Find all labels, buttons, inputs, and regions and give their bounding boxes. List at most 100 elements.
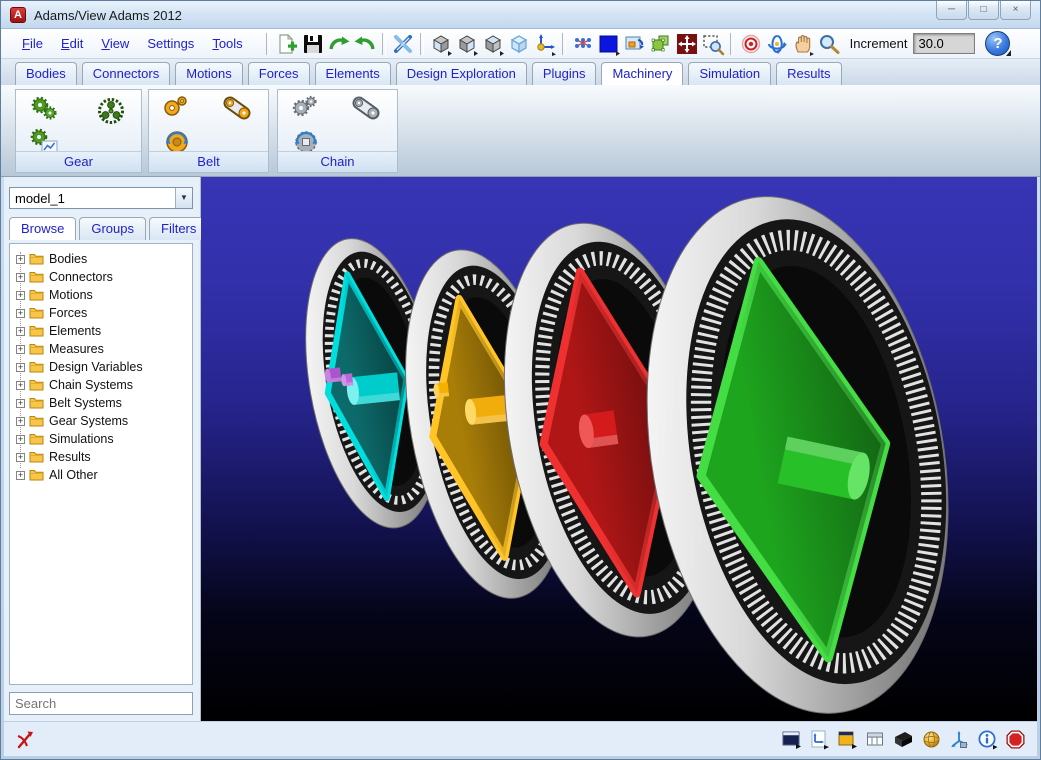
help-button[interactable]: ? [985, 31, 1010, 56]
tree-item-motions[interactable]: Motions [49, 288, 93, 302]
gear-yellow-hub[interactable] [464, 395, 508, 425]
info-icon[interactable] [976, 728, 999, 751]
view-iso-icon[interactable] [506, 31, 532, 57]
menu-settings[interactable]: Settings [138, 32, 203, 55]
tree-row-belt-systems: + Belt Systems [16, 394, 192, 412]
table-editor-icon[interactable] [864, 728, 887, 751]
maximize-button[interactable]: □ [968, 1, 999, 20]
tools-icon[interactable] [390, 31, 416, 57]
tab-plugins[interactable]: Plugins [532, 62, 597, 85]
translate-view-icon[interactable] [674, 31, 700, 57]
tab-elements[interactable]: Elements [315, 62, 391, 85]
tab-simulation[interactable]: Simulation [688, 62, 771, 85]
center-view-icon[interactable] [738, 31, 764, 57]
expander-simulations[interactable]: + [16, 435, 25, 444]
view-triad-icon[interactable] [948, 728, 971, 751]
create-gear-pair-icon[interactable] [28, 95, 60, 127]
expander-bodies[interactable]: + [16, 255, 25, 264]
chain-group-label[interactable]: Chain [278, 151, 397, 172]
tab-connectors[interactable]: Connectors [82, 62, 170, 85]
pin-purple-a[interactable] [324, 367, 341, 383]
tree-item-elements[interactable]: Elements [49, 324, 101, 338]
color-swatch-icon[interactable] [596, 31, 622, 57]
vertex-grid-icon[interactable] [570, 31, 596, 57]
undo-icon[interactable] [352, 31, 378, 57]
depth-perception-icon[interactable] [892, 728, 915, 751]
increment-input[interactable] [913, 33, 975, 54]
tree-item-measures[interactable]: Measures [49, 342, 104, 356]
select-objects-icon[interactable] [648, 31, 674, 57]
tab-bodies[interactable]: Bodies [15, 62, 77, 85]
create-sprocket-icon[interactable] [290, 95, 322, 127]
tree-item-all-other[interactable]: All Other [49, 468, 98, 482]
tree-item-gear-systems[interactable]: Gear Systems [49, 414, 128, 428]
tab-forces[interactable]: Forces [248, 62, 310, 85]
minimize-button[interactable]: ─ [936, 1, 967, 20]
gear-cyan-hub[interactable] [346, 372, 400, 405]
create-pulley-icon[interactable] [161, 95, 193, 127]
expander-connectors[interactable]: + [16, 273, 25, 282]
tree-item-connectors[interactable]: Connectors [49, 270, 113, 284]
gear-red-hub[interactable] [577, 410, 618, 449]
tree-item-bodies[interactable]: Bodies [49, 252, 87, 266]
expander-design-variables[interactable]: + [16, 363, 25, 372]
expander-gear-systems[interactable]: + [16, 417, 25, 426]
create-planetary-gear-icon[interactable] [95, 95, 127, 127]
3d-viewport[interactable] [201, 177, 1037, 721]
view-side-icon[interactable] [454, 31, 480, 57]
rotate-view-icon[interactable] [764, 31, 790, 57]
gear-group-label[interactable]: Gear [16, 151, 141, 172]
render-mode-icon[interactable] [780, 728, 803, 751]
expander-results[interactable]: + [16, 453, 25, 462]
pin-yellow[interactable] [433, 382, 449, 397]
save-icon[interactable] [300, 31, 326, 57]
close-button[interactable]: × [1000, 1, 1031, 20]
expander-forces[interactable]: + [16, 309, 25, 318]
tree-item-forces[interactable]: Forces [49, 306, 87, 320]
pan-icon[interactable] [790, 31, 816, 57]
browser-tab-filters[interactable]: Filters [149, 217, 208, 240]
chevron-down-icon[interactable]: ▼ [175, 188, 192, 208]
expander-measures[interactable]: + [16, 345, 25, 354]
tree-item-belt-systems[interactable]: Belt Systems [49, 396, 122, 410]
create-chain-icon[interactable] [351, 95, 383, 127]
tree-item-design-variables[interactable]: Design Variables [49, 360, 143, 374]
tree-item-results[interactable]: Results [49, 450, 91, 464]
create-belt-icon[interactable] [222, 95, 254, 127]
zoom-icon[interactable] [816, 31, 842, 57]
tab-motions[interactable]: Motions [175, 62, 243, 85]
browser-tab-browse[interactable]: Browse [9, 217, 76, 240]
origin-axis-icon[interactable] [532, 31, 558, 57]
menu-view[interactable]: View [92, 32, 138, 55]
pin-purple-b[interactable] [341, 373, 354, 386]
expander-belt-systems[interactable]: + [16, 399, 25, 408]
lights-icon[interactable] [920, 728, 943, 751]
render-window-icon[interactable] [622, 31, 648, 57]
model-selector[interactable]: model_1 ▼ [9, 187, 193, 209]
tab-design-exploration[interactable]: Design Exploration [396, 62, 527, 85]
expander-all-other[interactable]: + [16, 471, 25, 480]
new-model-icon[interactable] [274, 31, 300, 57]
expander-motions[interactable]: + [16, 291, 25, 300]
tree-item-chain-systems[interactable]: Chain Systems [49, 378, 133, 392]
menu-file[interactable]: File [13, 32, 52, 55]
expander-elements[interactable]: + [16, 327, 25, 336]
working-grid-icon[interactable] [836, 728, 859, 751]
browser-tab-groups[interactable]: Groups [79, 217, 146, 240]
menu-edit[interactable]: Edit [52, 32, 92, 55]
plot-tracking-icon[interactable] [808, 728, 831, 751]
zoom-area-icon[interactable] [700, 31, 726, 57]
view-front-icon[interactable] [428, 31, 454, 57]
belt-group-label[interactable]: Belt [149, 151, 268, 172]
redo-icon[interactable] [326, 31, 352, 57]
toolbar-separator [562, 33, 566, 55]
view-top-icon[interactable] [480, 31, 506, 57]
stop-icon[interactable] [1004, 728, 1027, 751]
ribbon-tab-bar: BodiesConnectorsMotionsForcesElementsDes… [1, 59, 1040, 85]
expander-chain-systems[interactable]: + [16, 381, 25, 390]
menu-tools[interactable]: Tools [203, 32, 251, 55]
tab-machinery[interactable]: Machinery [601, 62, 683, 86]
tree-item-simulations[interactable]: Simulations [49, 432, 114, 446]
tab-results[interactable]: Results [776, 62, 841, 85]
search-input[interactable] [9, 692, 193, 715]
